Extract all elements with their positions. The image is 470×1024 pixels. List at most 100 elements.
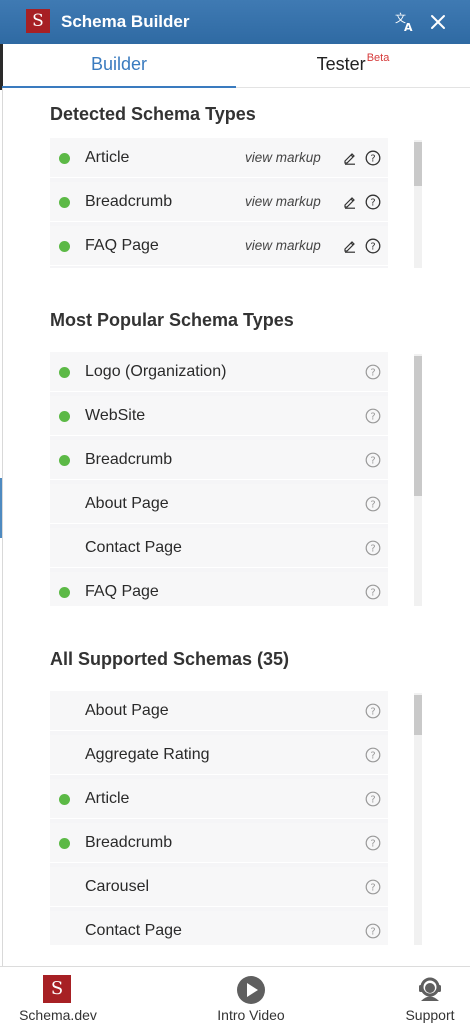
tab-tester[interactable]: TesterBeta [236, 44, 470, 88]
supported-item-article[interactable]: Article ? [50, 779, 388, 819]
question-circle-icon[interactable]: ? [365, 747, 381, 763]
item-label: Breadcrumb [85, 193, 173, 210]
active-dot [59, 455, 70, 466]
question-circle-icon[interactable]: ? [365, 791, 381, 807]
item-label: WebSite [85, 407, 146, 424]
footer-bar: S Schema.dev Intro Video Support [0, 966, 470, 1024]
popular-scroll-thumb[interactable] [414, 356, 422, 496]
popular-item-logo-organization[interactable]: Logo (Organization) ? [50, 352, 388, 392]
question-circle-icon[interactable]: ? [365, 194, 381, 210]
svg-text:?: ? [370, 500, 375, 511]
detected-scrollbar[interactable] [414, 140, 422, 268]
tab-bar: Builder TesterBeta [0, 44, 470, 88]
item-label: FAQ Page [85, 237, 159, 254]
svg-text:A: A [404, 21, 413, 33]
detected-item-breadcrumb[interactable]: Breadcrumb view markup ? [50, 182, 388, 222]
schema-dev-link[interactable]: S Schema.dev [0, 967, 116, 1024]
popular-scrollbar[interactable] [414, 354, 422, 606]
question-circle-icon[interactable]: ? [365, 923, 381, 939]
svg-text:?: ? [370, 795, 375, 806]
svg-text:?: ? [370, 154, 375, 165]
schema-dev-logo-icon: S [43, 975, 71, 1003]
detected-item-article[interactable]: Article view markup ? [50, 138, 388, 178]
popular-section-title: Most Popular Schema Types [50, 310, 294, 330]
popular-item-breadcrumb[interactable]: Breadcrumb ? [50, 440, 388, 480]
detected-section-title: Detected Schema Types [50, 104, 256, 124]
supported-item-about-page[interactable]: About Page ? [50, 691, 388, 731]
svg-text:?: ? [370, 751, 375, 762]
detected-item-faq-page[interactable]: FAQ Page view markup ? [50, 226, 388, 266]
active-dot [59, 197, 70, 208]
popular-item-contact-page[interactable]: Contact Page ? [50, 528, 388, 568]
pencil-icon[interactable] [342, 150, 357, 165]
svg-text:?: ? [370, 839, 375, 850]
item-label: Breadcrumb [85, 451, 173, 468]
item-label: FAQ Page [85, 583, 159, 600]
play-circle-icon [237, 976, 265, 1004]
question-circle-icon[interactable]: ? [365, 835, 381, 851]
tab-builder[interactable]: Builder [2, 44, 236, 88]
question-circle-icon[interactable]: ? [365, 584, 381, 600]
svg-text:?: ? [370, 883, 375, 894]
svg-text:?: ? [370, 544, 375, 555]
active-dot [59, 367, 70, 378]
active-dot [59, 411, 70, 422]
view-markup-link[interactable]: view markup [245, 138, 321, 178]
close-icon[interactable] [428, 12, 448, 32]
question-circle-icon[interactable]: ? [365, 364, 381, 380]
question-circle-icon[interactable]: ? [365, 452, 381, 468]
svg-text:?: ? [370, 927, 375, 938]
supported-item-contact-page[interactable]: Contact Page ? [50, 911, 388, 945]
header-bar: S Schema Builder 文 A [0, 0, 470, 44]
schema-logo-icon: S [26, 9, 50, 33]
support-link[interactable]: Support [390, 967, 470, 1024]
question-circle-icon[interactable]: ? [365, 408, 381, 424]
supported-scrollbar[interactable] [414, 693, 422, 945]
supported-item-carousel[interactable]: Carousel ? [50, 867, 388, 907]
supported-section-title: All Supported Schemas (35) [50, 649, 290, 669]
item-label: Carousel [85, 878, 150, 895]
supported-list: About Page ? Aggregate Rating ? Article … [50, 691, 388, 945]
svg-text:?: ? [370, 588, 375, 599]
supported-item-aggregate-rating[interactable]: Aggregate Rating ? [50, 735, 388, 775]
supported-item-breadcrumb[interactable]: Breadcrumb ? [50, 823, 388, 863]
detected-list: Article view markup ? Breadcrumb view ma… [50, 138, 388, 268]
question-circle-icon[interactable]: ? [365, 703, 381, 719]
question-circle-icon[interactable]: ? [365, 150, 381, 166]
detected-scroll-thumb[interactable] [414, 142, 422, 186]
support-label: Support [405, 1007, 455, 1023]
pencil-icon[interactable] [342, 194, 357, 209]
popular-item-website[interactable]: WebSite ? [50, 396, 388, 436]
active-dot [59, 241, 70, 252]
svg-text:?: ? [370, 707, 375, 718]
question-circle-icon[interactable]: ? [365, 879, 381, 895]
question-circle-icon[interactable]: ? [365, 496, 381, 512]
tab-tester-label: Tester [316, 54, 366, 74]
active-dot [59, 838, 70, 849]
intro-video-link[interactable]: Intro Video [195, 967, 307, 1024]
active-dot [59, 587, 70, 598]
intro-video-label: Intro Video [217, 1007, 285, 1023]
panel-left-border [2, 88, 3, 966]
popular-item-about-page[interactable]: About Page ? [50, 484, 388, 524]
pencil-icon[interactable] [342, 238, 357, 253]
schema-dev-label: Schema.dev [19, 1007, 97, 1023]
question-circle-icon[interactable]: ? [365, 540, 381, 556]
svg-text:?: ? [370, 242, 375, 253]
item-label: Breadcrumb [85, 834, 173, 851]
item-label: Article [85, 149, 130, 166]
supported-scroll-thumb[interactable] [414, 695, 422, 735]
popular-list: Logo (Organization) ? WebSite ? Breadcru… [50, 352, 388, 606]
item-label: Article [85, 790, 130, 807]
item-label: Logo (Organization) [85, 363, 227, 380]
svg-text:?: ? [370, 368, 375, 379]
view-markup-link[interactable]: view markup [245, 226, 321, 266]
view-markup-link[interactable]: view markup [245, 182, 321, 222]
question-circle-icon[interactable]: ? [365, 238, 381, 254]
translate-icon[interactable]: 文 A [394, 11, 416, 33]
svg-text:?: ? [370, 412, 375, 423]
item-label: Aggregate Rating [85, 746, 210, 763]
popular-item-faq-page[interactable]: FAQ Page ? [50, 572, 388, 606]
svg-text:?: ? [370, 456, 375, 467]
panel-title: Schema Builder [61, 12, 190, 31]
